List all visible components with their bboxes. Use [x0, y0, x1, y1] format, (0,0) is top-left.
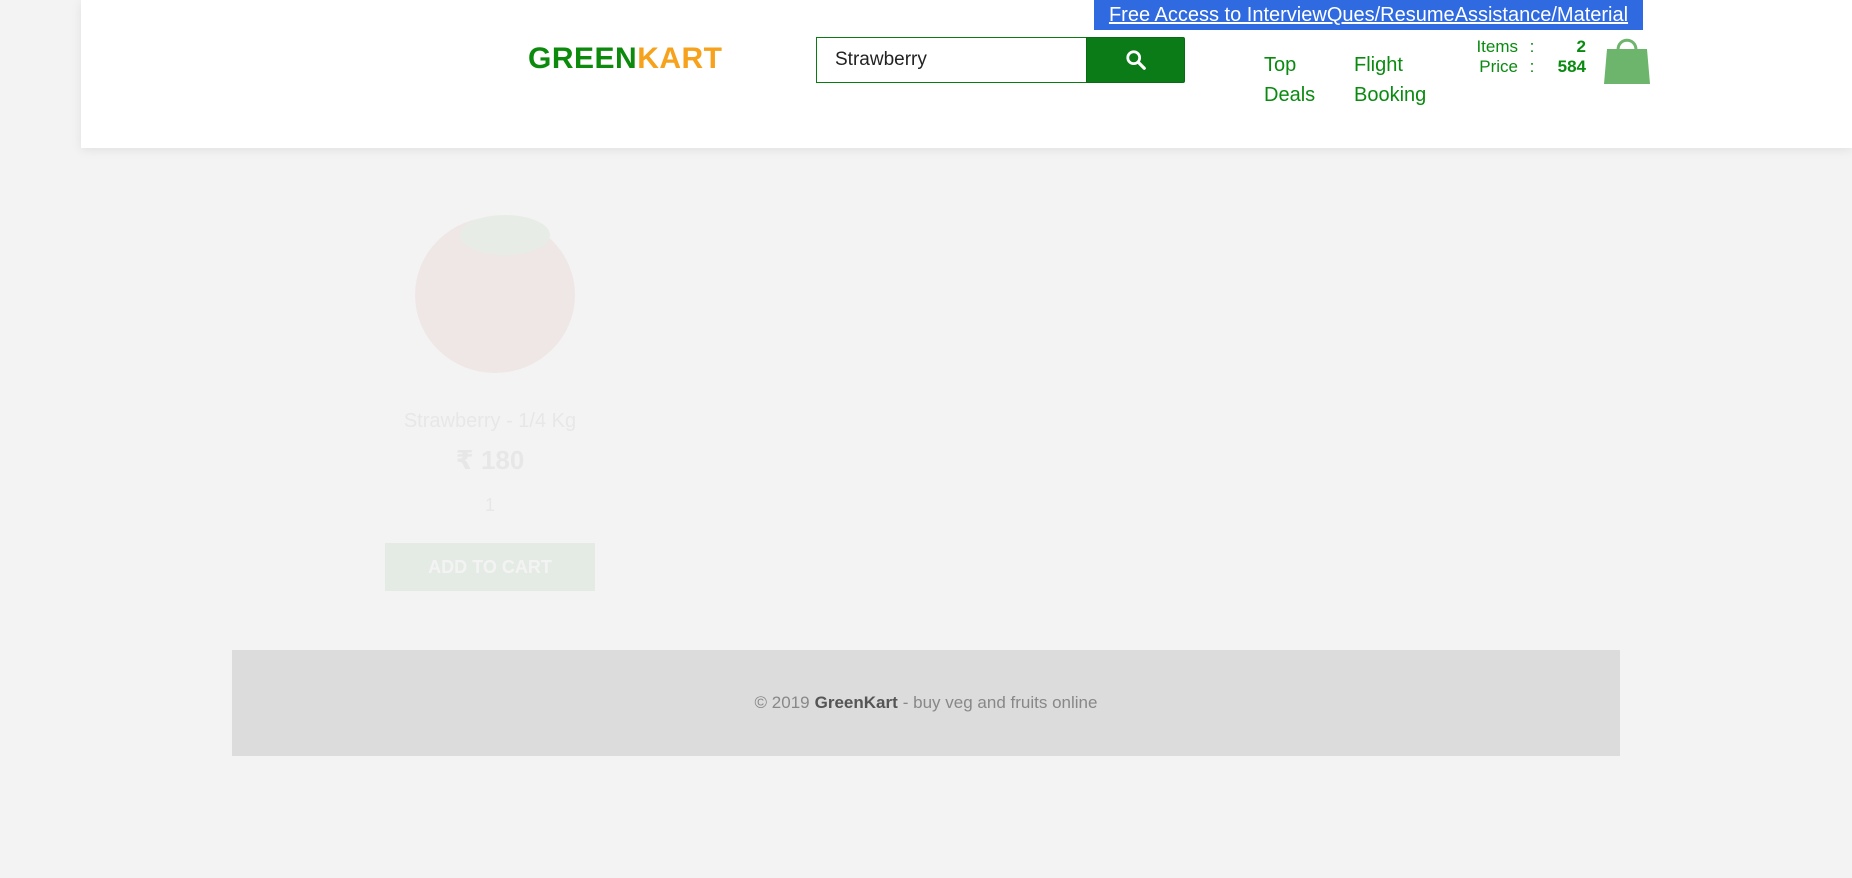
cart-items-count: 2	[1576, 37, 1586, 56]
flight-booking-line2: Booking	[1354, 84, 1427, 106]
brand-logo: GREENKART	[528, 42, 723, 76]
cart-info: Items : 2 Price : 584	[1476, 37, 1586, 77]
cart-items-row: Items : 2	[1476, 37, 1586, 57]
product-price: ₹ 180	[455, 445, 525, 475]
shopping-bag-icon[interactable]	[1602, 34, 1652, 86]
promo-link[interactable]: Free Access to InterviewQues/ResumeAssis…	[1094, 0, 1643, 30]
footer-brand: GreenKart	[814, 693, 898, 712]
cart-price-row: Price : 584	[1476, 57, 1586, 77]
cart-price-label: Price	[1479, 57, 1518, 76]
top-deals-line1: Top	[1264, 54, 1297, 76]
add-to-cart-button[interactable]: ADD TO CART	[385, 543, 595, 591]
product-card: Strawberry - 1/4 Kg ₹ 180 1 ADD TO CART	[385, 190, 595, 600]
product-image	[415, 215, 575, 373]
search-button[interactable]	[1086, 37, 1185, 83]
cart-items-label: Items	[1476, 37, 1518, 56]
footer-tagline: - buy veg and fruits online	[902, 693, 1098, 712]
top-deals-line2: Deals	[1264, 84, 1316, 106]
brand-logo-orange: KART	[637, 42, 723, 75]
cart-price-separator: :	[1529, 57, 1535, 76]
search-icon	[1125, 50, 1146, 70]
flight-booking-link[interactable]: Flight Booking	[1354, 50, 1454, 110]
brand-logo-green: GREEN	[528, 42, 638, 75]
footer-copyright: © 2019	[754, 693, 810, 712]
footer: © 2019 GreenKart - buy veg and fruits on…	[232, 650, 1620, 756]
cart-price-value: 584	[1557, 57, 1586, 76]
header: Free Access to InterviewQues/ResumeAssis…	[81, 0, 1852, 148]
flight-booking-line1: Flight	[1354, 54, 1403, 76]
cart-items-separator: :	[1529, 37, 1535, 56]
top-deals-link[interactable]: Top Deals	[1264, 50, 1324, 110]
product-quantity[interactable]: 1	[435, 495, 545, 516]
product-name: Strawberry - 1/4 Kg	[403, 410, 577, 432]
search-input[interactable]	[816, 37, 1086, 83]
